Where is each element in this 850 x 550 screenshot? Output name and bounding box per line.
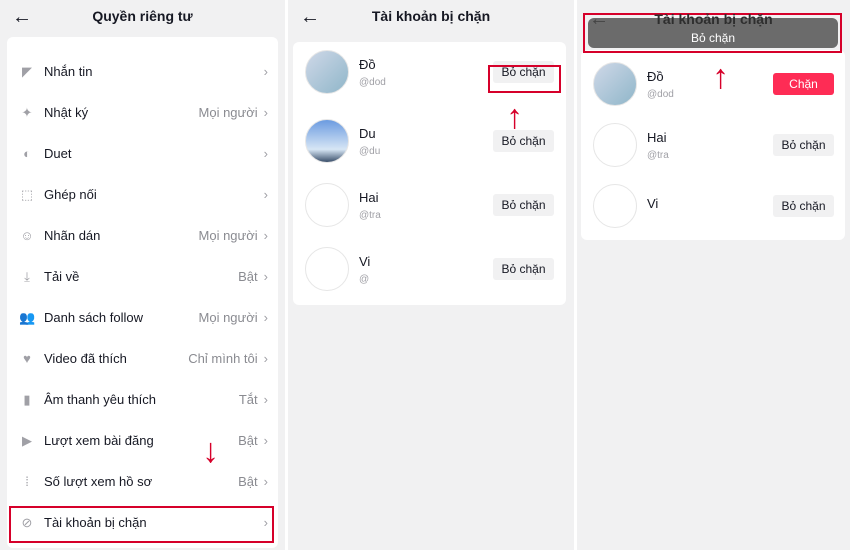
chevron-right-icon: › — [263, 351, 268, 366]
up-arrow-icon: ↑ — [506, 98, 523, 136]
settings-item[interactable]: ⁞ Số lượt xem hồ sơ Bật › — [7, 461, 278, 502]
blocked-user-row: Hai @tra Bỏ chặn — [293, 175, 566, 235]
blocked-accounts-screen: ← Tài khoản bị chặn Đồ @dod Bỏ chặn Du @… — [288, 0, 574, 550]
settings-item-label: Tải về — [44, 269, 80, 284]
avatar[interactable] — [305, 247, 349, 291]
avatar[interactable] — [305, 50, 349, 94]
settings-item[interactable]: ◤ Nhắn tin › — [7, 51, 278, 92]
chevron-right-icon: › — [263, 433, 268, 448]
avatar[interactable] — [305, 119, 349, 163]
settings-item-value: Bật — [238, 269, 258, 284]
bookmark-icon: ▮ — [23, 391, 31, 407]
header: ← Quyền riêng tư — [0, 0, 285, 34]
settings-item-value: Bật — [238, 433, 258, 448]
settings-item-value: Tắt — [238, 392, 258, 407]
privacy-screen: ← Quyền riêng tư ◤ Nhắn tin › ✦ Nhật ký M… — [0, 0, 285, 550]
download-icon: ⤓ — [24, 268, 30, 284]
blocked-user-row: Hai @tra Bỏ chặn — [581, 115, 845, 175]
highlight-box — [9, 506, 274, 543]
settings-item[interactable]: ⬚ Ghép nối › — [7, 174, 278, 215]
heart-icon: ♥ — [23, 350, 31, 366]
header: ← Tài khoản bị chặn — [288, 0, 574, 34]
stitch-icon: ⬚ — [20, 186, 34, 202]
blocked-accounts-after-screen: Đồ @dod Chặn Hai @tra Bỏ chặn Vi Bỏ chặn… — [577, 0, 850, 550]
settings-item-value: Mọi người — [198, 310, 258, 325]
send-icon: ◤ — [22, 63, 32, 79]
chevron-right-icon: › — [263, 146, 268, 161]
sparkle-icon: ✦ — [21, 104, 33, 120]
settings-item[interactable]: 👥 Danh sách follow Mọi người › — [7, 297, 278, 338]
footprint-icon: ⁞ — [25, 473, 29, 489]
settings-item-label: Danh sách follow — [44, 310, 143, 325]
chevron-right-icon: › — [263, 310, 268, 325]
chevron-right-icon: › — [263, 105, 268, 120]
settings-item[interactable]: ✦ Nhật ký Mọi người › — [7, 92, 278, 133]
block-button[interactable]: Chặn — [773, 73, 834, 95]
unblock-button[interactable]: Bỏ chặn — [493, 130, 554, 152]
settings-item-label: Nhắn tin — [44, 64, 93, 79]
avatar[interactable] — [593, 62, 637, 106]
chevron-right-icon: › — [263, 228, 268, 243]
settings-item[interactable]: ♥ Video đã thích Chỉ mình tôi › — [7, 338, 278, 379]
header: ← Tài khoản bị chặn — [577, 0, 850, 34]
people-icon: 👥 — [19, 309, 36, 325]
settings-item-label: Video đã thích — [44, 351, 127, 366]
chevron-right-icon: › — [263, 187, 268, 202]
sticker-icon: ☺ — [20, 227, 34, 243]
settings-item-label: Duet — [44, 146, 72, 161]
settings-item-label: Ghép nối — [44, 187, 97, 202]
blocked-user-row: Vi @ Bỏ chặn — [293, 239, 566, 299]
settings-item[interactable]: ▶ Lượt xem bài đăng Bật › — [7, 420, 278, 461]
settings-item[interactable]: ⤓ Tải về Bật › — [7, 256, 278, 297]
duet-icon: ◐ — [23, 145, 31, 161]
settings-item-value: Chỉ mình tôi — [188, 351, 258, 366]
unblock-button[interactable]: Bỏ chặn — [493, 258, 554, 280]
settings-item-value: Mọi người — [198, 105, 258, 120]
chevron-right-icon: › — [263, 269, 268, 284]
chevron-right-icon: › — [263, 392, 268, 407]
settings-item-value: Mọi người — [198, 228, 258, 243]
play-icon: ▶ — [22, 432, 32, 448]
avatar[interactable] — [305, 183, 349, 227]
settings-item[interactable]: ▮ Âm thanh yêu thích Tắt › — [7, 379, 278, 420]
page-title: Tài khoản bị chặn — [654, 11, 773, 27]
up-arrow-icon: ↑ — [712, 58, 729, 96]
chevron-right-icon: › — [263, 64, 268, 79]
avatar[interactable] — [593, 184, 637, 228]
settings-item-label: Số lượt xem hồ sơ — [44, 474, 153, 489]
settings-list: ◤ Nhắn tin › ✦ Nhật ký Mọi người › ◐ Duet … — [7, 37, 278, 548]
unblock-button[interactable]: Bỏ chặn — [773, 134, 834, 156]
settings-item-label: Âm thanh yêu thích — [44, 392, 157, 407]
down-arrow-icon: ↓ — [202, 432, 219, 470]
page-title: Quyền riêng tư — [92, 8, 193, 24]
settings-item-label: Nhật ký — [44, 105, 89, 120]
unblock-button[interactable]: Bỏ chặn — [493, 194, 554, 216]
page-title: Tài khoản bị chặn — [371, 8, 491, 24]
blocked-user-row: Vi Bỏ chặn — [581, 176, 845, 236]
settings-item[interactable]: ☺ Nhãn dán Mọi người › — [7, 215, 278, 256]
avatar[interactable] — [593, 123, 637, 167]
blocked-user-row: Du @du Bỏ chặn — [293, 111, 566, 171]
settings-item-value: Bật — [238, 474, 258, 489]
settings-item[interactable]: ◐ Duet › — [7, 133, 278, 174]
unblock-button[interactable]: Bỏ chặn — [773, 195, 834, 217]
highlight-box — [488, 65, 561, 93]
settings-item-label: Nhãn dán — [44, 228, 101, 243]
chevron-right-icon: › — [263, 474, 268, 489]
